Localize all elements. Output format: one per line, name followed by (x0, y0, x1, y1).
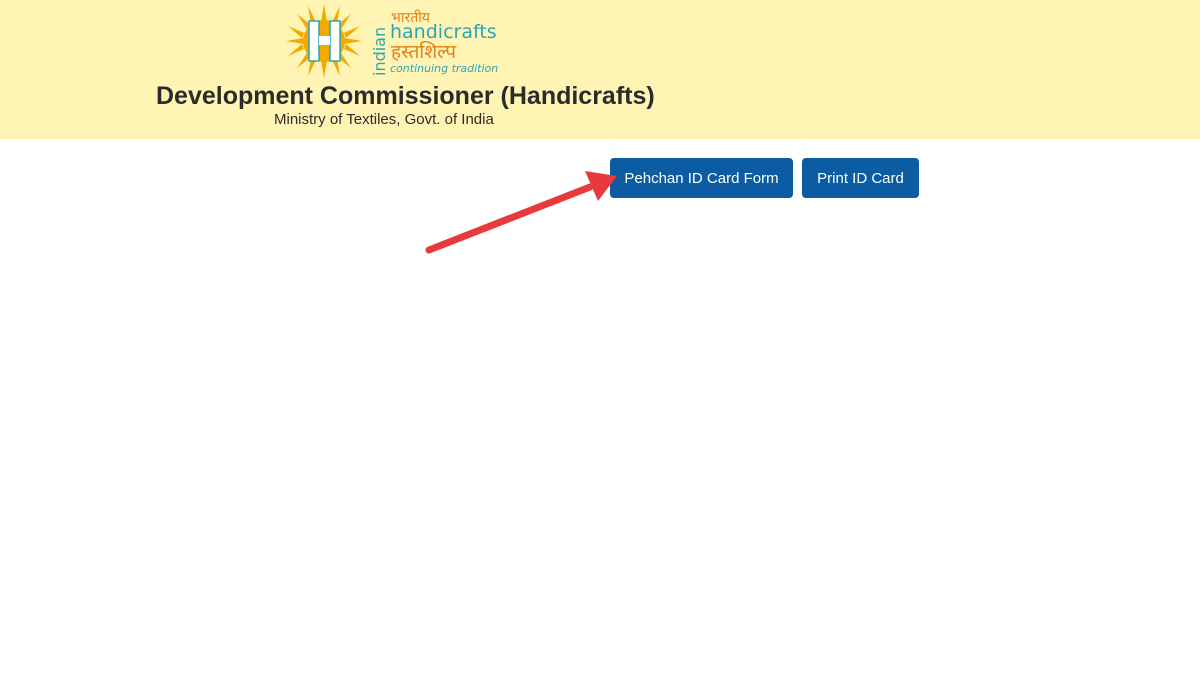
logo-word-vertical: indian (370, 27, 389, 76)
page-subtitle: Ministry of Textiles, Govt. of India (274, 111, 494, 128)
logo-word-main: handicrafts (390, 21, 497, 43)
site-header: indian भारतीय handicrafts हस्तशिल्प cont… (0, 0, 1200, 139)
print-id-card-button[interactable]: Print ID Card (802, 158, 919, 198)
pehchan-id-card-form-button[interactable]: Pehchan ID Card Form (610, 158, 793, 198)
logo-hindi: हस्तशिल्प (391, 40, 457, 63)
logo-tagline: continuing tradition (390, 62, 498, 75)
page-title: Development Commissioner (Handicrafts) (156, 82, 655, 110)
annotation-arrow-icon (425, 171, 617, 254)
indian-handicrafts-logo[interactable]: indian भारतीय handicrafts हस्तशिल्प cont… (284, 2, 514, 80)
